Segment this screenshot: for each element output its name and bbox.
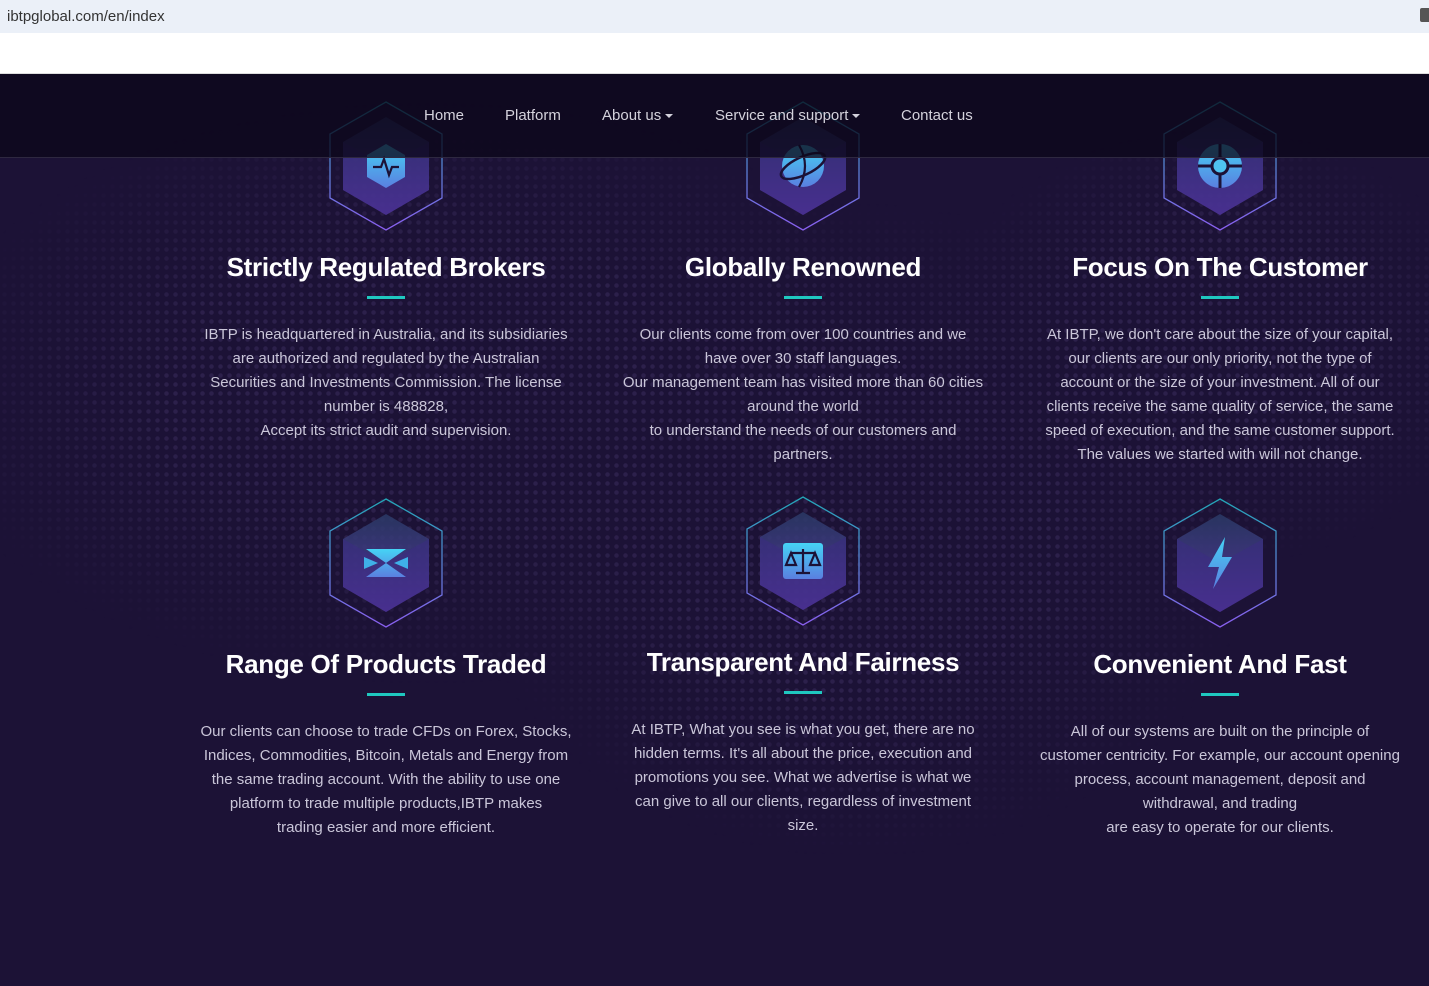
feature-text-line: Our clients come from over 100 countries… <box>639 326 967 343</box>
nav-home[interactable]: Home <box>424 107 464 124</box>
address-bar[interactable]: ibtpglobal.com/en/index <box>0 0 1429 33</box>
feature-text-line: to understand the needs of our customers… <box>649 422 957 439</box>
feature-card: Range Of Products Traded Our clients can … <box>196 497 576 840</box>
feature-text-line: Securities and Investments Commission. T… <box>210 374 562 391</box>
caret-down-icon <box>852 114 861 119</box>
feature-text-line: IBTP is headquartered in Australia, and … <box>204 326 568 343</box>
lightning-icon <box>1163 498 1277 628</box>
nav-label: About us <box>602 107 662 124</box>
feature-text-line: speed of execution, and the same custome… <box>1045 422 1395 439</box>
feature-text-line: hidden terms. It's all about the price, … <box>633 745 973 762</box>
feature-text-line: our clients are our only priority, not t… <box>1068 350 1372 367</box>
title-underline <box>367 693 405 696</box>
feature-text-line: size. <box>787 817 819 834</box>
feature-text-line: The values we started with will not chan… <box>1077 446 1363 463</box>
title-underline <box>784 296 822 299</box>
main-nav: Home Platform About us Service and suppo… <box>0 74 1429 158</box>
feature-description: Our clients come from over 100 countries… <box>613 323 993 467</box>
caret-down-icon <box>665 114 674 119</box>
feature-text-line: Indices, Commodities, Bitcoin, Metals an… <box>203 747 569 764</box>
feature-text-line: At IBTP, we don't care about the size of… <box>1046 326 1394 343</box>
feature-title: Range Of Products Traded <box>225 649 547 679</box>
feature-description: At IBTP, What you see is what you get, t… <box>613 718 993 838</box>
feature-text-line: withdrawal, and trading <box>1142 795 1298 812</box>
feature-description: At IBTP, we don't care about the size of… <box>1030 323 1410 467</box>
features-section: Home Platform About us Service and suppo… <box>0 74 1429 986</box>
title-underline <box>1201 693 1239 696</box>
feature-description: All of our systems are built on the prin… <box>1030 720 1410 840</box>
page-top-spacer <box>0 33 1429 74</box>
nav-platform[interactable]: Platform <box>505 107 561 124</box>
translate-extension-icon[interactable] <box>1420 8 1429 22</box>
feature-text-line: number is 488828, <box>323 398 449 415</box>
feature-text-line: account or the size of your investment. … <box>1060 374 1380 391</box>
feature-text-line: the same trading account. With the abili… <box>211 771 561 788</box>
nav-service-support[interactable]: Service and support <box>715 107 861 124</box>
feature-text-line: At IBTP, What you see is what you get, t… <box>631 721 975 738</box>
title-underline <box>367 296 405 299</box>
feature-card: Transparent And Fairness At IBTP, What yo… <box>613 495 993 838</box>
feature-title: Globally Renowned <box>684 252 922 282</box>
nav-label: Service and support <box>715 107 849 124</box>
feature-text-line: partners. <box>773 446 833 463</box>
feature-text-line: promotions you see. What we advertise is… <box>634 769 972 786</box>
feature-text-line: around the world <box>747 398 859 415</box>
feature-text-line: Our management team has visited more tha… <box>622 374 984 391</box>
feature-text-line: Our clients can choose to trade CFDs on … <box>200 723 572 740</box>
feature-text-line: All of our systems are built on the prin… <box>1070 723 1370 740</box>
feature-text-line: platform to trade multiple products,IBTP… <box>229 795 543 812</box>
feature-title: Strictly Regulated Brokers <box>226 252 546 282</box>
feature-description: IBTP is headquartered in Australia, and … <box>196 323 576 443</box>
feature-text-line: Accept its strict audit and supervision. <box>260 422 512 439</box>
title-underline <box>784 691 822 694</box>
scale-icon <box>746 496 860 626</box>
feature-text-line: can give to all our clients, regardless … <box>635 793 971 810</box>
feature-card: Convenient And Fast All of our systems ar… <box>1030 497 1410 840</box>
feature-text-line: customer centricity. For example, our ac… <box>1040 747 1400 764</box>
feature-text-line: trading easier and more efficient. <box>276 819 496 836</box>
nav-contact-us[interactable]: Contact us <box>901 107 973 124</box>
feature-text-line: are authorized and regulated by the Aust… <box>232 350 540 367</box>
title-underline <box>1201 296 1239 299</box>
url-text: ibtpglobal.com/en/index <box>7 8 165 25</box>
feature-text-line: clients receive the same quality of serv… <box>1046 398 1394 415</box>
feature-description: Our clients can choose to trade CFDs on … <box>196 720 576 840</box>
feature-title: Transparent And Fairness <box>646 647 960 677</box>
feature-text-line: process, account management, deposit and <box>1074 771 1366 788</box>
feature-title: Focus On The Customer <box>1072 252 1368 282</box>
exchange-icon <box>329 498 443 628</box>
feature-text-line: are easy to operate for our clients. <box>1106 819 1334 836</box>
nav-about-us[interactable]: About us <box>602 107 674 124</box>
feature-title: Convenient And Fast <box>1093 649 1347 679</box>
feature-text-line: have over 30 staff languages. <box>704 350 902 367</box>
